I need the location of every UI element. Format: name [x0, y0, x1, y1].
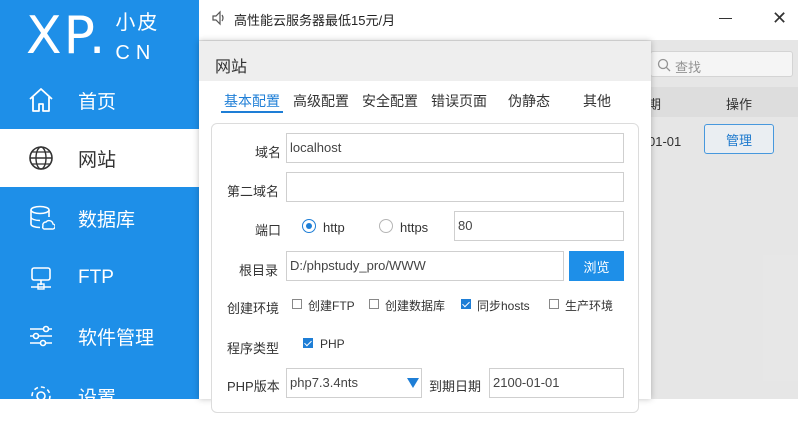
sidebar-item-label: 首页: [78, 91, 117, 113]
minimize-icon[interactable]: [719, 18, 732, 19]
environment-label: 创建环境: [227, 301, 280, 316]
sync-hosts-label: 同步hosts: [477, 299, 530, 313]
dialog-title: 网站: [215, 59, 248, 76]
tab-security-config[interactable]: 安全配置: [362, 91, 418, 111]
php-checkbox[interactable]: [303, 338, 313, 348]
root-dir-input[interactable]: D:/phpstudy_pro/WWW: [286, 251, 564, 281]
https-radio[interactable]: [379, 219, 393, 233]
sidebar-item-database[interactable]: 数据库: [0, 189, 199, 247]
sidebar-item-home[interactable]: 首页: [0, 71, 199, 129]
logo-cn-top: 小皮: [115, 12, 160, 34]
expire-date-label: 到期日期: [429, 379, 482, 394]
php-checkbox-label: PHP: [320, 337, 345, 351]
tab-other[interactable]: 其他: [583, 91, 611, 111]
https-radio-label: https: [400, 220, 429, 235]
sidebar-item-label: 网站: [78, 149, 117, 171]
sidebar-item-label: 数据库: [78, 209, 136, 231]
tab-error-pages[interactable]: 错误页面: [431, 91, 487, 111]
sidebar-item-ftp[interactable]: FTP: [0, 249, 199, 307]
port-label: 端口: [255, 223, 282, 238]
second-domain-label: 第二域名: [227, 184, 280, 199]
http-radio-label: http: [323, 220, 345, 235]
speaker-icon: [211, 10, 227, 31]
sliders-icon: [27, 322, 55, 350]
close-icon[interactable]: ✕: [772, 9, 787, 27]
sidebar: XP. 小皮 CN 首页 网站 数据库 FTP 软件管理 设置: [0, 0, 199, 409]
app-logo: XP. 小皮 CN: [26, 4, 159, 72]
port-input[interactable]: 80: [454, 211, 624, 241]
http-radio[interactable]: [302, 219, 316, 233]
production-env-checkbox[interactable]: [549, 299, 559, 309]
tab-rewrite[interactable]: 伪静态: [508, 91, 550, 111]
sidebar-item-label: 软件管理: [78, 327, 155, 349]
domain-label: 域名: [255, 145, 282, 160]
top-bar: 高性能云服务器最低15元/月 ✕: [199, 0, 798, 40]
chevron-down-icon[interactable]: [407, 378, 419, 388]
home-icon: [27, 86, 55, 114]
dialog-title-bar[interactable]: 网站: [199, 41, 651, 81]
php-version-label: PHP版本: [227, 379, 280, 394]
sidebar-item-label: FTP: [78, 267, 114, 288]
create-ftp-label: 创建FTP: [308, 299, 355, 313]
second-domain-input[interactable]: [286, 172, 624, 202]
active-tab-indicator: [221, 111, 283, 113]
create-database-checkbox[interactable]: [369, 299, 379, 309]
program-type-label: 程序类型: [227, 341, 280, 356]
php-version-select[interactable]: php7.3.4nts: [286, 368, 422, 398]
database-icon: [27, 204, 55, 232]
browse-button[interactable]: 浏览: [569, 251, 624, 281]
expire-date-input[interactable]: 2100-01-01: [489, 368, 624, 398]
create-ftp-checkbox[interactable]: [292, 299, 302, 309]
sidebar-item-websites[interactable]: 网站: [0, 129, 199, 187]
sidebar-item-settings[interactable]: 设置: [0, 367, 199, 425]
website-dialog: 网站 基本配置 高级配置 安全配置 错误页面 伪静态 其他 域名 localho…: [199, 41, 651, 413]
logo-main: XP.: [26, 6, 108, 66]
production-env-label: 生产环境: [565, 299, 614, 313]
gear-icon: [27, 382, 55, 410]
globe-icon: [27, 144, 55, 172]
sidebar-item-software[interactable]: 软件管理: [0, 307, 199, 365]
create-database-label: 创建数据库: [385, 299, 446, 313]
root-dir-label: 根目录: [239, 263, 279, 278]
tab-basic-config[interactable]: 基本配置: [224, 91, 280, 111]
sidebar-item-label: 设置: [78, 387, 117, 409]
sync-hosts-checkbox[interactable]: [461, 299, 471, 309]
server-icon: [27, 264, 55, 292]
logo-cn-bottom: CN: [115, 42, 157, 64]
domain-input[interactable]: localhost: [286, 133, 624, 163]
promo-notice[interactable]: 高性能云服务器最低15元/月: [234, 10, 395, 29]
tab-advanced-config[interactable]: 高级配置: [293, 91, 349, 111]
